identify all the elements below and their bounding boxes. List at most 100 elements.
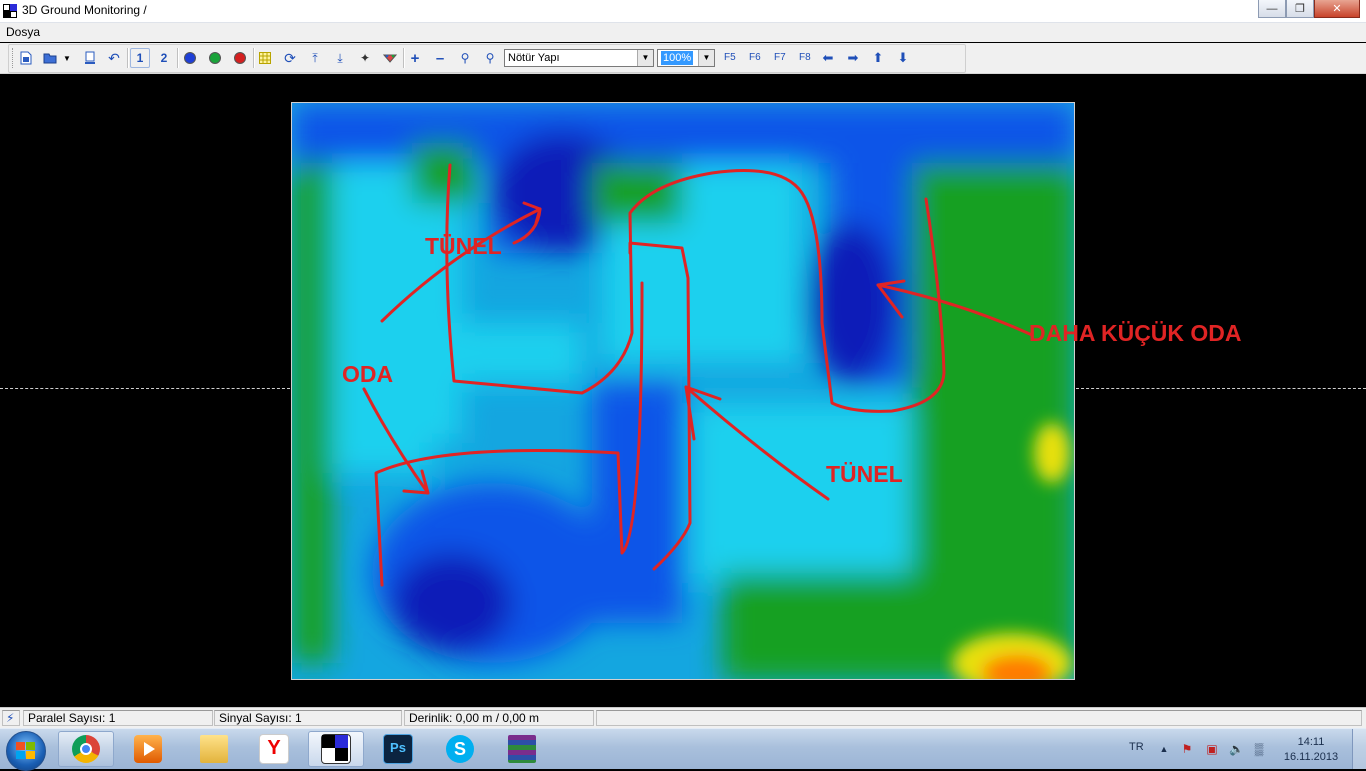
taskbar-photoshop[interactable]: Ps — [370, 731, 426, 767]
align-top-icon: ⤒ — [312, 50, 318, 65]
zoom-select-value: 100% — [661, 51, 694, 65]
minimize-button[interactable]: — — [1258, 0, 1286, 18]
minus-icon: – — [435, 49, 445, 67]
view-1-button[interactable]: 1 — [130, 48, 150, 68]
annotation-oda: ODA — [342, 361, 394, 387]
language-indicator[interactable]: TR — [1129, 741, 1144, 753]
skype-icon: S — [446, 735, 474, 763]
structure-select[interactable]: Nötür Yapı ▼ — [504, 49, 654, 67]
toolbar: ▼ ↶ 1 2 ⟳ ⤒ ⤓ ✦ + – ⚲ ⚲ Nötür Yapı ▼ 100… — [0, 43, 1366, 74]
menu-bar: Dosya — [0, 23, 1366, 42]
undo-icon: ↶ — [108, 49, 120, 66]
palette-icon — [383, 54, 397, 63]
align-top-button[interactable]: ⤒ — [305, 48, 325, 68]
zoom-out-button[interactable]: ⚲ — [480, 48, 500, 68]
photoshop-icon: Ps — [383, 734, 413, 764]
taskbar-skype[interactable]: S — [432, 731, 488, 767]
horizon-line-right — [1076, 388, 1366, 389]
taskbar-yandex[interactable]: Y — [246, 731, 302, 767]
taskbar-media-player[interactable] — [120, 731, 176, 767]
arrow-right-icon: ➡ — [847, 50, 859, 65]
taskbar-chrome[interactable] — [58, 731, 114, 767]
refresh-icon: ⟳ — [284, 49, 296, 66]
green-marker-icon — [209, 52, 221, 64]
status-empty-panel — [596, 710, 1362, 726]
device-button[interactable] — [80, 48, 100, 68]
title-bar: 3D Ground Monitoring / — ❐ ✕ — [0, 0, 1366, 23]
horizon-line-left — [0, 388, 290, 389]
f5-button[interactable]: F5 — [724, 52, 736, 63]
annotation-tunel-bottom: TÜNEL — [826, 461, 903, 487]
nav-up-button[interactable]: ⬆ — [868, 48, 888, 68]
plus-button[interactable]: + — [405, 48, 425, 68]
new-document-icon — [20, 51, 32, 65]
volume-icon[interactable]: 🔈 — [1229, 742, 1244, 756]
power-icon[interactable]: ▣ — [1205, 742, 1219, 756]
device-icon — [85, 51, 95, 64]
tray-expand-icon[interactable]: ▲ — [1157, 742, 1171, 756]
green-marker-button[interactable] — [205, 48, 225, 68]
clock-date: 16.11.2013 — [1283, 751, 1339, 763]
winrar-icon — [508, 735, 536, 763]
annotation-tunel-top: TÜNEL — [425, 233, 502, 259]
minus-button[interactable]: – — [430, 48, 450, 68]
red-marker-button[interactable] — [230, 48, 250, 68]
clock-time: 14:11 — [1297, 736, 1325, 748]
wand-icon: ✦ — [359, 51, 371, 65]
zoom-in-button[interactable]: ⚲ — [455, 48, 475, 68]
arrow-up-icon: ⬆ — [872, 50, 884, 65]
action-center-icon[interactable]: ⚑ — [1180, 742, 1194, 756]
taskbar-ground-monitoring[interactable] — [308, 731, 364, 767]
restore-button[interactable]: ❐ — [1286, 0, 1314, 18]
yandex-icon: Y — [259, 734, 289, 764]
nav-right-button[interactable]: ➡ — [843, 48, 863, 68]
nav-left-button[interactable]: ⬅ — [818, 48, 838, 68]
menu-dosya[interactable]: Dosya — [6, 25, 40, 39]
taskbar: Y Ps S TR ▲ ⚑ ▣ 🔈 ▒ 14:11 16.11.2013 — [0, 728, 1366, 771]
blue-marker-button[interactable] — [180, 48, 200, 68]
taskbar-winrar[interactable] — [494, 731, 550, 767]
f8-button[interactable]: F8 — [799, 52, 811, 63]
new-document-button[interactable] — [16, 48, 36, 68]
open-folder-icon — [43, 53, 57, 64]
close-icon: ✕ — [1332, 3, 1342, 15]
annotation-daha-kucuk-oda: DAHA KÜÇÜK ODA — [1029, 320, 1242, 346]
status-sinyal: Sinyal Sayısı: 1 — [214, 710, 402, 726]
ground-scan-heatmap — [292, 103, 1074, 679]
ground-scan-view[interactable]: TÜNEL ODA TÜNEL — [291, 102, 1075, 680]
structure-select-value: Nötür Yapı — [508, 52, 560, 64]
zoom-select[interactable]: 100% ▼ — [657, 49, 715, 67]
blue-marker-icon — [184, 52, 196, 64]
start-button[interactable] — [6, 731, 46, 771]
ground-monitoring-icon — [321, 734, 351, 764]
system-clock[interactable]: 14:11 16.11.2013 — [1281, 735, 1341, 765]
view-2-button[interactable]: 2 — [154, 48, 174, 68]
f6-button[interactable]: F6 — [749, 52, 761, 63]
undo-button[interactable]: ↶ — [104, 48, 124, 68]
dropdown-arrow-icon: ▼ — [63, 53, 71, 63]
arrow-down-icon: ⬇ — [897, 50, 909, 65]
network-signal-icon[interactable]: ▒ — [1252, 742, 1266, 756]
refresh-button[interactable]: ⟳ — [280, 48, 300, 68]
workspace-canvas[interactable]: TÜNEL ODA TÜNEL DAHA KÜÇÜK ODA — [0, 74, 1366, 706]
nav-down-button[interactable]: ⬇ — [893, 48, 913, 68]
toolbar-separator — [127, 48, 129, 68]
toolbar-separator — [177, 48, 179, 68]
taskbar-explorer[interactable] — [186, 731, 242, 767]
open-folder-button[interactable] — [40, 48, 60, 68]
windows-logo-icon — [16, 742, 36, 760]
show-desktop-button[interactable] — [1352, 729, 1366, 769]
zoom-in-icon: ⚲ — [460, 51, 470, 65]
close-button[interactable]: ✕ — [1314, 0, 1360, 18]
f7-button[interactable]: F7 — [774, 52, 786, 63]
red-marker-icon — [234, 52, 246, 64]
window-title: 3D Ground Monitoring / — [22, 3, 147, 17]
wand-button[interactable]: ✦ — [355, 48, 375, 68]
open-dropdown-button[interactable]: ▼ — [60, 48, 74, 68]
status-derinlik: Derinlik: 0,00 m / 0,00 m — [404, 710, 594, 726]
grid-button[interactable] — [255, 48, 275, 68]
palette-button[interactable] — [380, 48, 400, 68]
align-bottom-button[interactable]: ⤓ — [330, 48, 350, 68]
chevron-down-icon: ▼ — [698, 50, 714, 66]
explorer-folder-icon — [200, 735, 228, 763]
